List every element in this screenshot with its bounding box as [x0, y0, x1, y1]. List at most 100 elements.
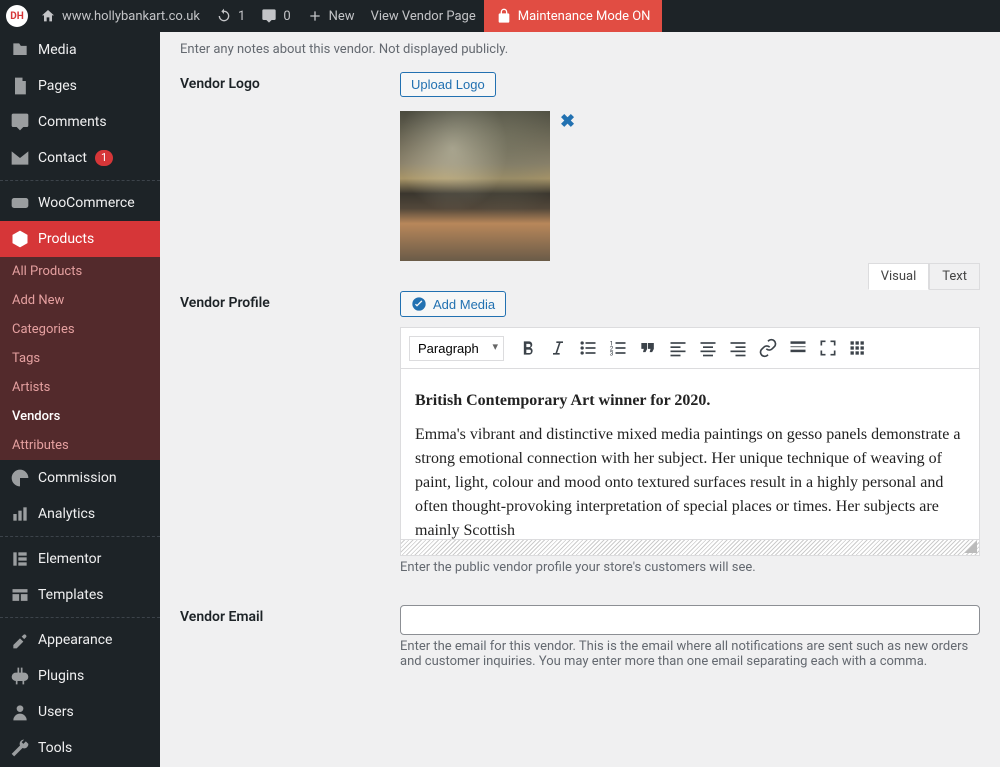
upload-logo-button[interactable]: Upload Logo [400, 72, 496, 97]
editor-content[interactable]: British Contemporary Art winner for 2020… [401, 369, 979, 539]
sidebar-item-label: Commission [38, 470, 117, 486]
comments-link[interactable]: 0 [253, 0, 298, 32]
sidebar-item-label: WooCommerce [38, 195, 135, 211]
vendor-logo-label: Vendor Logo [180, 72, 400, 261]
sidebar-item-label: Plugins [38, 668, 84, 684]
site-home-link[interactable]: www.hollybankart.co.uk [32, 0, 208, 32]
tab-visual[interactable]: Visual [868, 263, 930, 290]
sidebar-item-elementor[interactable]: Elementor [0, 541, 160, 577]
readmore-icon [788, 338, 808, 358]
format-select[interactable]: Paragraph [409, 336, 504, 361]
vendor-email-input[interactable] [400, 605, 980, 635]
sidebar-item-label: Elementor [38, 551, 101, 567]
submenu-artists[interactable]: Artists [0, 373, 160, 402]
updates-link[interactable]: 1 [208, 0, 253, 32]
submenu-vendors[interactable]: Vendors [0, 402, 160, 431]
new-label: New [329, 9, 355, 24]
sidebar-item-users[interactable]: Users [0, 694, 160, 730]
italic-button[interactable] [544, 334, 572, 362]
blockquote-button[interactable] [634, 334, 662, 362]
tab-text[interactable]: Text [929, 263, 980, 290]
sidebar-item-label: Templates [38, 587, 104, 603]
sidebar-item-contact[interactable]: Contact 1 [0, 140, 160, 176]
tools-icon [10, 738, 30, 758]
submenu-add-new[interactable]: Add New [0, 286, 160, 315]
sidebar-item-woocommerce[interactable]: WooCommerce [0, 185, 160, 221]
fullscreen-icon [818, 338, 838, 358]
align-right-button[interactable] [724, 334, 752, 362]
sidebar-item-appearance[interactable]: Appearance [0, 622, 160, 658]
sidebar-item-pages[interactable]: Pages [0, 68, 160, 104]
numbered-list-icon: 123 [608, 338, 628, 358]
editor-resize-handle[interactable] [401, 539, 979, 555]
sidebar-item-commission[interactable]: Commission [0, 460, 160, 496]
sidebar-item-tools[interactable]: Tools [0, 730, 160, 766]
profile-heading: British Contemporary Art winner for 2020… [415, 392, 710, 409]
sidebar-item-plugins[interactable]: Plugins [0, 658, 160, 694]
plugins-icon [10, 666, 30, 686]
templates-icon [10, 585, 30, 605]
home-icon [40, 8, 56, 24]
comments-icon [10, 112, 30, 132]
sidebar-item-products[interactable]: Products [0, 221, 160, 257]
sidebar-item-media[interactable]: Media [0, 32, 160, 68]
sidebar-item-label: Tools [38, 740, 72, 756]
new-content-link[interactable]: New [299, 0, 363, 32]
kitchen-sink-icon [848, 338, 868, 358]
sidebar-separator [0, 617, 160, 618]
align-center-icon [698, 338, 718, 358]
mail-icon [10, 148, 30, 168]
site-name: www.hollybankart.co.uk [62, 9, 200, 24]
vendor-email-label: Vendor Email [180, 605, 400, 669]
media-icon [411, 296, 427, 312]
align-center-button[interactable] [694, 334, 722, 362]
italic-icon [548, 338, 568, 358]
align-right-icon [728, 338, 748, 358]
comments-count: 0 [283, 9, 290, 24]
main-content: Enter any notes about this vendor. Not d… [160, 32, 1000, 767]
notes-description: Enter any notes about this vendor. Not d… [180, 36, 980, 57]
editor-toolbar: Paragraph 123 [401, 328, 979, 369]
link-button[interactable] [754, 334, 782, 362]
pages-icon [10, 76, 30, 96]
align-left-button[interactable] [664, 334, 692, 362]
fullscreen-button[interactable] [814, 334, 842, 362]
sidebar-item-label: Contact [38, 150, 87, 166]
vendor-email-row: Vendor Email Enter the email for this ve… [180, 590, 980, 684]
sidebar-separator [0, 536, 160, 537]
profile-description: Enter the public vendor profile your sto… [400, 560, 980, 575]
view-vendor-link[interactable]: View Vendor Page [363, 0, 484, 32]
svg-text:3: 3 [610, 350, 614, 358]
numbered-list-button[interactable]: 123 [604, 334, 632, 362]
sidebar-item-label: Appearance [38, 632, 112, 648]
quote-icon [638, 338, 658, 358]
bold-button[interactable] [514, 334, 542, 362]
vendor-profile-row: Vendor Profile Add Media Visual Text [180, 276, 980, 590]
submenu-all-products[interactable]: All Products [0, 257, 160, 286]
logo-preview: ✖ [400, 111, 980, 261]
analytics-icon [10, 504, 30, 524]
remove-logo-button[interactable]: ✖ [560, 111, 575, 132]
submenu-attributes[interactable]: Attributes [0, 431, 160, 460]
add-media-button[interactable]: Add Media [400, 291, 506, 317]
add-media-label: Add Media [433, 297, 495, 312]
submenu-tags[interactable]: Tags [0, 344, 160, 373]
plus-icon [307, 8, 323, 24]
read-more-button[interactable] [784, 334, 812, 362]
maintenance-mode-button[interactable]: Maintenance Mode ON [484, 0, 663, 32]
view-vendor-label: View Vendor Page [371, 9, 476, 24]
submenu-categories[interactable]: Categories [0, 315, 160, 344]
sidebar-item-label: Comments [38, 114, 107, 130]
toolbar-toggle-button[interactable] [844, 334, 872, 362]
bullet-list-button[interactable] [574, 334, 602, 362]
vendor-profile-label: Vendor Profile [180, 291, 400, 575]
rich-text-editor: Paragraph 123 [400, 327, 980, 556]
sidebar-item-comments[interactable]: Comments [0, 104, 160, 140]
sidebar-item-templates[interactable]: Templates [0, 577, 160, 613]
align-left-icon [668, 338, 688, 358]
sidebar-item-analytics[interactable]: Analytics [0, 496, 160, 532]
sidebar-item-label: Media [38, 42, 77, 58]
sidebar-item-label: Analytics [38, 506, 95, 522]
bold-icon [518, 338, 538, 358]
sidebar-item-label: Users [38, 704, 74, 720]
